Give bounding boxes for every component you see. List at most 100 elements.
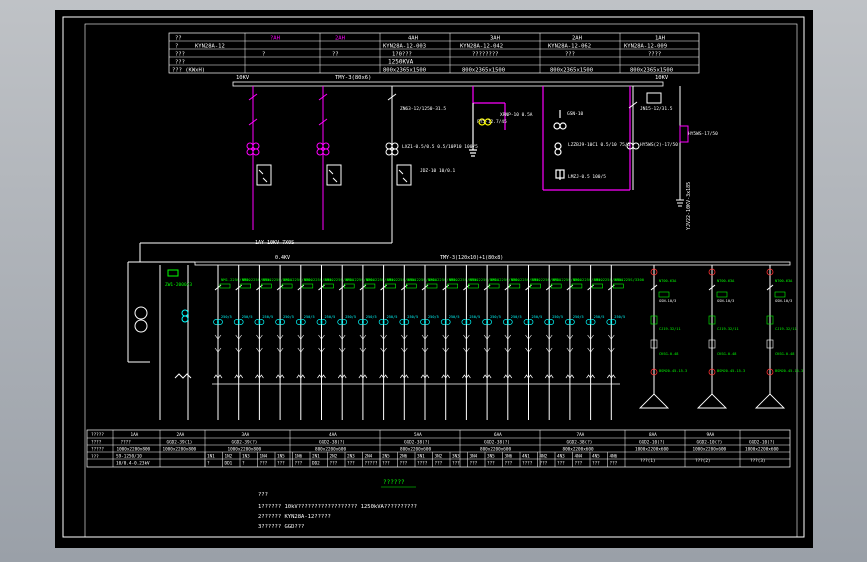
tt-r3c0: ??? xyxy=(175,52,185,58)
hv-ann-2: JDZ-10 10/0.1 xyxy=(420,168,456,174)
capacitor-label: NT00-63A xyxy=(659,279,677,283)
bt-circuit-no: 3N4 xyxy=(470,454,478,460)
capacitor-label: BSMJ0.45-15-3 xyxy=(717,369,745,373)
capacitor-label: GSN-10/3 xyxy=(775,299,792,303)
hv-ann-3: XRNP-10 0.5A xyxy=(500,112,533,118)
bt-circuit-no: 3N1 xyxy=(417,454,425,460)
bt-cell-model: GGD2-38(?) xyxy=(484,440,510,446)
bt-cell-number: 3AA xyxy=(242,432,250,438)
hv-ann-8: LMZJ-0.5 100/5 xyxy=(568,174,606,180)
bt-circuit-no: 3N3 xyxy=(452,454,460,460)
lv-branch-ct-label: 250/5 xyxy=(490,315,501,319)
bt-cell-number: 9AA xyxy=(707,432,715,438)
lv-branch-ct-label: 250/5 xyxy=(614,315,625,319)
bt-circuit-use: ??? xyxy=(277,461,285,467)
bt-circuit-no: 3N2 xyxy=(435,454,443,460)
tt-r3c5: ??? xyxy=(565,52,575,58)
bt-circuit-no: 1N3 xyxy=(242,454,250,460)
bt-circuit-use: ??? xyxy=(557,461,565,467)
lv-branch-ct-label: 250/5 xyxy=(387,315,398,319)
bt-circuit-no: 4N2 xyxy=(540,454,548,460)
bt-cell-number: 2AA xyxy=(177,432,185,438)
bt-circuit-no: 4N1 xyxy=(522,454,530,460)
bt-cell-model: GGD2-38(?) xyxy=(404,440,430,446)
bt-circuit-use: DD1 xyxy=(225,461,233,467)
bt-circuit-no: 1N5 xyxy=(277,454,285,460)
hv-ann-1: LXZ1-0.5/0.5 0.5/10P10 100/5 xyxy=(402,144,478,150)
bt-circuit-no: 2N3 xyxy=(347,454,355,460)
tt-r3c4: ???????? xyxy=(472,52,499,58)
notes-line-1: 1?????? 10kV?????????????????? 1250kVA??… xyxy=(258,504,417,510)
bt-cap-cell: ???(2) xyxy=(695,458,711,464)
bt-cell-number: 1AA xyxy=(131,432,139,438)
tt-r5c3: 800x2365x1500 xyxy=(462,68,505,74)
notes-line-2: 2?????? KYN28A-12????? xyxy=(258,514,331,520)
lv-branch-breaker-label: NM1-225S/3300 xyxy=(614,277,644,282)
tt-r1c3: 4AH xyxy=(408,36,418,42)
bt-cell-size: 800x2200x600 xyxy=(400,447,431,453)
lv-branch-ct-label: 250/5 xyxy=(511,315,522,319)
bt-circuit-use: ? xyxy=(207,461,210,467)
bt-circuit-use: ????? xyxy=(365,461,378,467)
tt-r3c3: 1?0??? xyxy=(392,52,412,58)
tt-r1c4: 3AH xyxy=(490,36,500,42)
bt-circuit-use: ???? xyxy=(417,461,428,467)
bt-transformer: S9-1250/10 xyxy=(116,454,142,460)
bt-circuit-use: ??? xyxy=(540,461,548,467)
bt-circuit-use: ??? xyxy=(592,461,600,467)
lv-branch-ct-label: 250/5 xyxy=(325,315,336,319)
bt-cell-number: 7AA xyxy=(577,432,585,438)
bt-cell-number: 5AA xyxy=(414,432,422,438)
capacitor-label: CJ19-32/11 xyxy=(775,327,797,331)
tt-r1c5: 2AH xyxy=(572,36,582,42)
capacitor-label: GSN-10/3 xyxy=(659,299,676,303)
lv-branch-ct-label: 250/5 xyxy=(532,315,543,319)
tt-r2c4: KYN28A-12-042 xyxy=(460,44,503,50)
bt-circuit-no: 1N4 xyxy=(260,454,268,460)
bt-cell-size: 1000x2200x600 xyxy=(693,447,727,453)
bt-circuit-use: ? xyxy=(242,461,245,467)
capacitor-label: BSMJ0.45-15-3 xyxy=(659,369,687,373)
tt-r1c2: 2AH xyxy=(335,36,345,42)
capacitor-label: CJ19-32/11 xyxy=(717,327,739,331)
bt-circuit-no: 2N2 xyxy=(330,454,338,460)
bt-cell-size: 1000x2200x800 xyxy=(228,447,262,453)
bt-row-label: ????? xyxy=(91,432,104,438)
bt-cell-size: 800x2200x600 xyxy=(315,447,346,453)
bt-row-label: ??? xyxy=(91,454,99,460)
bt-cap-cell: ???(1) xyxy=(640,458,656,464)
hv-ann-7: LZZBJ9-10C1 0.5/10 75/5 xyxy=(568,142,631,148)
lv-branch-ct-label: 250/5 xyxy=(407,315,418,319)
tt-r5c0: ??? (KWxH) xyxy=(172,68,205,74)
bt-cell-size: 1000x2200x600 xyxy=(635,447,669,453)
bt-circuit-use: ??? xyxy=(295,461,303,467)
hv-left-label: 10KV xyxy=(236,75,250,81)
bt-circuit-use: ??? xyxy=(470,461,478,467)
bt-circuit-use: ??? xyxy=(487,461,495,467)
bt-circuit-use: DD2 xyxy=(312,461,320,467)
hv-ann-5: JN15-12/31.5 xyxy=(640,106,673,112)
hv-ann-9: HY5WS(2)-17/50 xyxy=(640,142,678,148)
bt-cell-model: GGD2-38(?) xyxy=(319,440,345,446)
hv-ann-0: ZN63-12/1250-31.5 xyxy=(400,106,446,112)
bt-cap-cell: ???(3) xyxy=(750,458,766,464)
tt-r1c1: ?AH xyxy=(270,36,280,42)
capacitor-label: BSMJ0.45-15-3 xyxy=(775,369,803,373)
bt-circuit-use: ??? xyxy=(260,461,268,467)
bt-cell-model: GGD2-10(?) xyxy=(639,440,665,446)
lv-branch-ct-label: 250/5 xyxy=(594,315,605,319)
bt-circuit-use: ??? xyxy=(505,461,513,467)
bt-cell-model: ???? xyxy=(121,440,132,446)
tt-r5c2: 800x2365x1500 xyxy=(383,68,426,74)
lv-branch-ct-label: 250/5 xyxy=(242,315,253,319)
lv-branch-ct-label: 250/5 xyxy=(428,315,439,319)
bt-transformer: 10/0.4-0.23kV xyxy=(116,461,150,467)
bt-circuit-use: ??? xyxy=(575,461,583,467)
bt-circuit-no: 4N5 xyxy=(592,454,600,460)
bt-cell-size: 1000x2200x800 xyxy=(117,447,151,453)
bt-cell-number: 6AA xyxy=(494,432,502,438)
lv-branch-ct-label: 250/5 xyxy=(283,315,294,319)
hv-cable-label: YJV22-10KV-3x185 xyxy=(686,182,692,230)
bt-cell-size: 1000x2200x800 xyxy=(163,447,197,453)
bt-cell-size: 1000x2200x600 xyxy=(745,447,779,453)
